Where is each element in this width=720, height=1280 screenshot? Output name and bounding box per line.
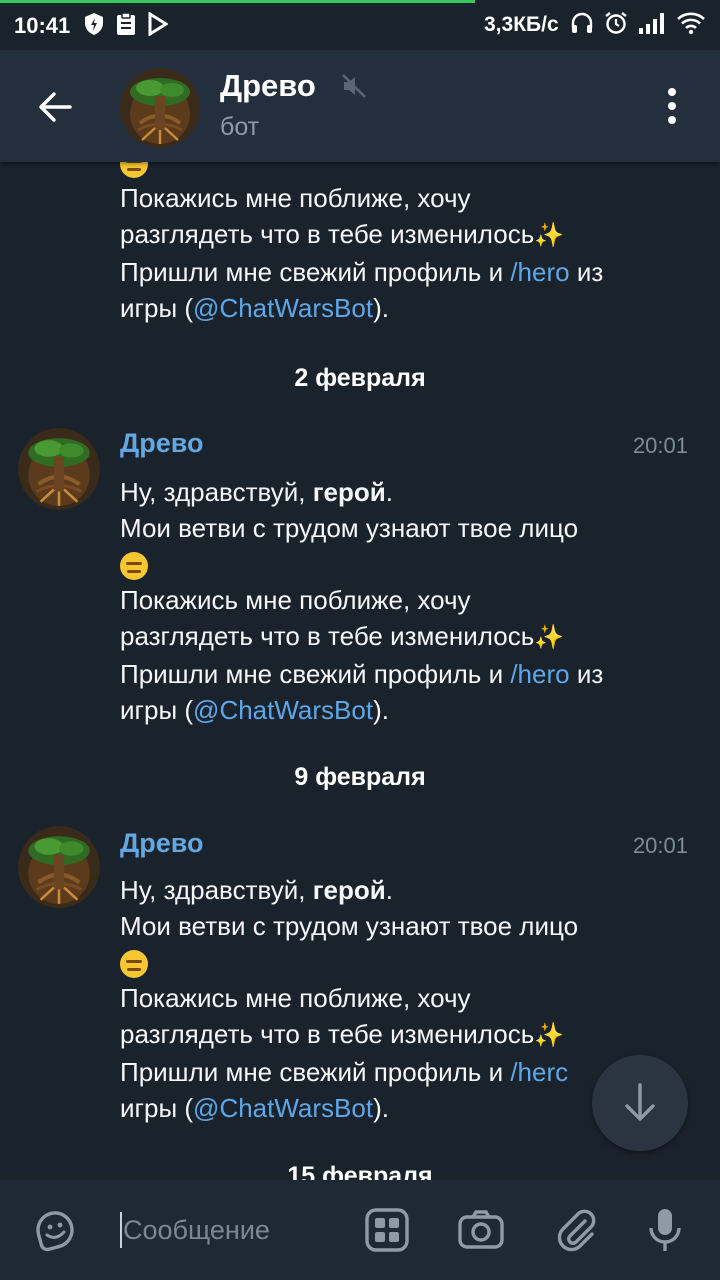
camera-button[interactable] — [456, 1205, 506, 1255]
scroll-down-button[interactable] — [592, 1055, 688, 1151]
mic-icon — [649, 1209, 681, 1251]
neutral-face-emoji — [120, 162, 148, 178]
status-progress-bar — [0, 0, 475, 3]
date-separator: 2 февраля — [294, 364, 426, 392]
date-separator: 9 февраля — [294, 763, 426, 791]
message-input[interactable]: Сообщение — [120, 1205, 340, 1255]
back-arrow-icon — [39, 92, 72, 122]
clipboard-icon — [116, 12, 136, 36]
status-time: 10:41 — [14, 13, 71, 38]
tree-avatar-image — [120, 68, 200, 148]
hero-command-link[interactable]: /hero — [510, 659, 569, 689]
more-vert-icon — [668, 88, 676, 124]
back-button[interactable] — [30, 82, 80, 132]
voice-message-button[interactable] — [640, 1205, 690, 1255]
message-list[interactable]: Покажись мне поближе, хочу разглядеть чт… — [0, 162, 720, 1180]
chat-title[interactable]: Древо — [220, 68, 316, 104]
arrow-down-icon — [625, 1083, 655, 1121]
bot-keyboard-button[interactable] — [362, 1205, 412, 1255]
chat-avatar[interactable] — [120, 68, 200, 148]
message-text: Покажись мне поближе, хочу разглядеть чт… — [120, 183, 604, 323]
attach-icon — [557, 1209, 596, 1252]
play-store-icon — [148, 11, 169, 37]
message-time: 20:01 — [632, 833, 688, 858]
wifi-icon — [676, 11, 706, 40]
mention-link[interactable]: @ChatWarsBot — [193, 293, 373, 323]
attach-button[interactable] — [552, 1205, 602, 1255]
sender-avatar[interactable] — [18, 428, 100, 510]
sender-name[interactable]: Древо — [120, 828, 203, 859]
chat-subtitle: бот — [220, 113, 260, 141]
hero-command-link[interactable]: /herc — [510, 1057, 568, 1087]
network-speed: 3,3КБ/с — [484, 13, 559, 36]
sticker-icon — [36, 1211, 74, 1252]
status-system-icons — [570, 11, 706, 40]
more-options-button[interactable] — [652, 80, 692, 132]
chat-header: Древо бот — [0, 50, 720, 162]
sparkles-emoji: ✨ — [534, 222, 565, 249]
shield-icon — [84, 12, 104, 36]
neutral-face-emoji — [120, 552, 148, 581]
camera-icon — [458, 1210, 504, 1249]
status-notification-icons — [84, 11, 169, 37]
sender-name[interactable]: Древо — [120, 428, 203, 459]
tree-avatar-image — [18, 428, 100, 510]
message-text: Ну, здравствуй, герой. Мои ветви с трудо… — [120, 477, 604, 725]
bot-keyboard-icon — [365, 1208, 409, 1252]
mute-icon — [340, 72, 368, 105]
mention-link[interactable]: @ChatWarsBot — [193, 695, 373, 725]
alarm-icon — [604, 11, 628, 40]
signal-icon — [638, 12, 666, 39]
message-composer: Сообщение — [0, 1180, 720, 1280]
text-caret — [120, 1212, 122, 1248]
status-bar: 10:41 3,3КБ/с — [0, 0, 720, 50]
mention-link[interactable]: @ChatWarsBot — [193, 1093, 373, 1123]
headphones-icon — [570, 11, 594, 40]
sticker-button[interactable] — [30, 1205, 80, 1255]
date-separator: 15 февраля — [287, 1162, 433, 1180]
sparkles-emoji: ✨ — [534, 624, 565, 651]
hero-command-link[interactable]: /hero — [510, 257, 569, 287]
tree-avatar-image — [18, 826, 100, 908]
sparkles-emoji: ✨ — [534, 1022, 565, 1049]
neutral-face-emoji — [120, 950, 148, 979]
sender-avatar[interactable] — [18, 826, 100, 908]
message-time: 20:01 — [632, 433, 688, 458]
message-placeholder: Сообщение — [123, 1214, 270, 1245]
